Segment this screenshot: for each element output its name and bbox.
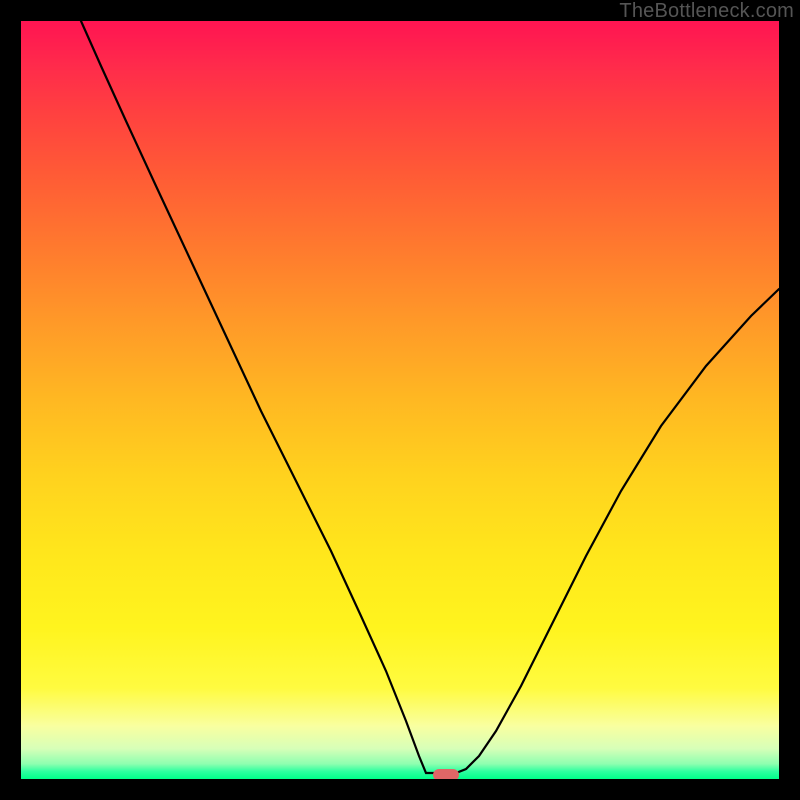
chart-frame: TheBottleneck.com <box>0 0 800 800</box>
bottleneck-curve <box>21 21 779 779</box>
plot-area <box>21 21 779 779</box>
optimal-marker <box>433 769 459 779</box>
attribution-text: TheBottleneck.com <box>619 0 794 23</box>
